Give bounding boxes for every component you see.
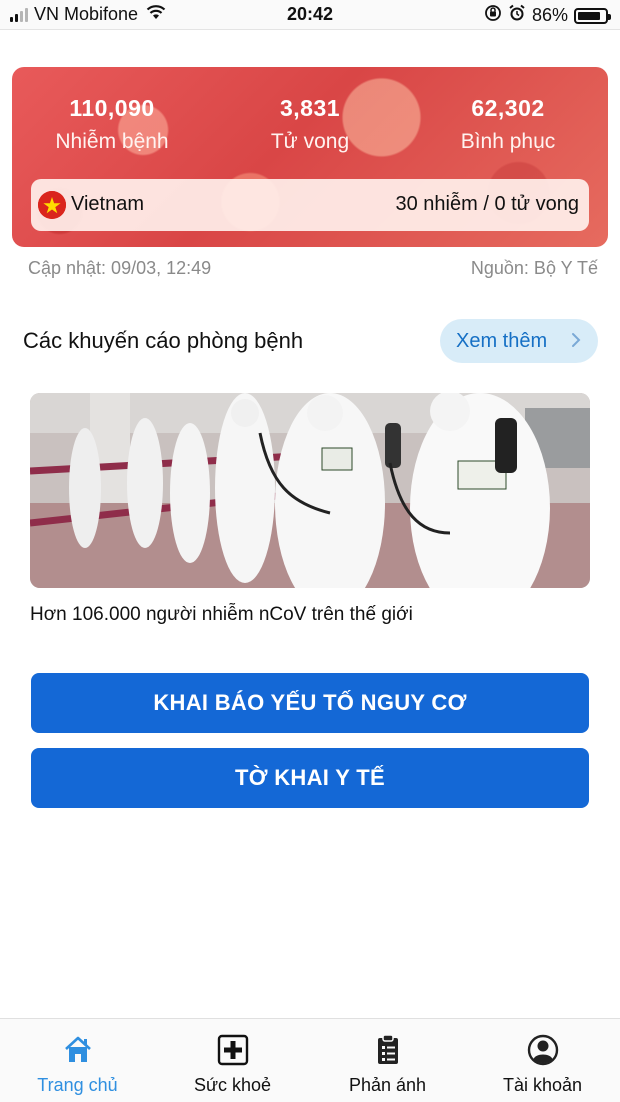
orientation-lock-icon: [484, 4, 502, 27]
cases-label: Nhiễm bệnh: [55, 130, 169, 153]
chevron-right-icon: [570, 330, 582, 356]
risk-declaration-button[interactable]: KHAI BÁO YẾU TỐ NGUY CƠ: [31, 673, 589, 733]
status-bar: VN Mobifone 20:42 86%: [0, 0, 620, 30]
see-more-label: Xem thêm: [456, 329, 548, 352]
medical-declaration-button[interactable]: TỜ KHAI Y TẾ: [31, 748, 589, 808]
tab-account-label: Tài khoản: [502, 1075, 583, 1095]
recovered-label: Bình phục: [460, 130, 556, 153]
tab-health-label: Sức khoẻ: [193, 1075, 272, 1095]
recovered-value: 62,302: [471, 95, 545, 121]
country-name: Vietnam: [71, 193, 145, 215]
section-title: Các khuyến cáo phòng bệnh: [23, 328, 304, 353]
medical-cross-icon: [155, 1033, 310, 1067]
tab-account[interactable]: Tài khoản: [465, 1019, 620, 1102]
deaths-label: Tử vong: [270, 130, 350, 153]
status-right: 86%: [484, 4, 611, 27]
home-icon: [0, 1033, 155, 1067]
tab-bar: Trang chủ Sức khoẻ Phản ánh Tài khoản: [0, 1018, 620, 1102]
clipboard-icon: [310, 1033, 465, 1067]
stats-card: 110,090 Nhiễm bệnh 3,831 Tử vong 62,302 …: [12, 67, 608, 247]
battery-icon: [574, 7, 611, 24]
battery-percent: 86%: [531, 5, 568, 25]
see-more-button[interactable]: Xem thêm: [440, 319, 598, 363]
stat-deaths: 3,831 Tử vong: [210, 95, 410, 154]
cases-value: 110,090: [69, 95, 155, 121]
vietnam-flag-icon: [38, 191, 66, 219]
tab-health[interactable]: Sức khoẻ: [155, 1019, 310, 1102]
deaths-value: 3,831: [279, 95, 341, 121]
country-summary[interactable]: Vietnam 30 nhiễm / 0 tử vong: [31, 179, 589, 231]
tab-feedback-label: Phản ánh: [348, 1075, 427, 1095]
update-time: Cập nhật: 09/03, 12:49: [28, 258, 212, 278]
news-image[interactable]: [30, 393, 590, 588]
news-photo-illustration: [30, 393, 590, 588]
stat-recovered: 62,302 Bình phục: [408, 95, 608, 154]
tab-home-label: Trang chủ: [37, 1075, 118, 1095]
tab-home[interactable]: Trang chủ: [0, 1019, 155, 1102]
battery-level: [578, 11, 601, 20]
user-icon: [465, 1033, 620, 1067]
update-info: Cập nhật: 09/03, 12:49 Nguồn: Bộ Y Tế: [28, 258, 598, 279]
country-stats: 30 nhiễm / 0 tử vong: [395, 193, 580, 215]
alarm-icon: [508, 4, 526, 27]
news-caption[interactable]: Hơn 106.000 người nhiễm nCoV trên thế gi…: [30, 604, 413, 626]
data-source: Nguồn: Bộ Y Tế: [470, 258, 598, 278]
stat-cases: 110,090 Nhiễm bệnh: [12, 95, 212, 154]
tab-feedback[interactable]: Phản ánh: [310, 1019, 465, 1102]
